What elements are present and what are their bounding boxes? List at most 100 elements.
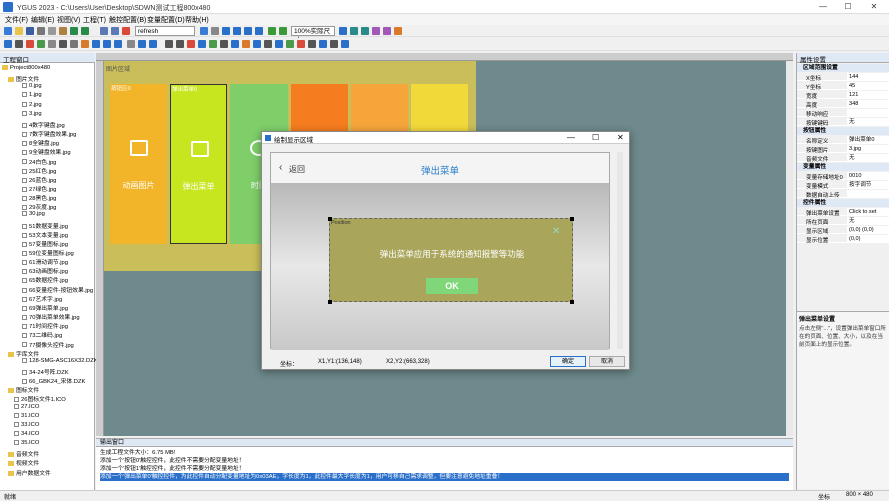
curve-icon[interactable] <box>242 40 250 48</box>
brush-icon[interactable] <box>70 40 78 48</box>
tree-file-image[interactable]: 66变量控件-按钮效果.jpg <box>22 285 93 294</box>
pencil-icon[interactable] <box>48 40 56 48</box>
zoom-combo[interactable]: 100%实际尺寸 <box>291 26 335 44</box>
tree-file-icon[interactable]: 31.ICO <box>14 412 39 419</box>
download-icon[interactable] <box>111 27 119 35</box>
tree-file-icon[interactable]: 27.ICO <box>14 403 39 410</box>
bookmark-icon[interactable] <box>92 40 100 48</box>
property-value[interactable]: 无 <box>847 118 889 126</box>
property-row[interactable]: 显示区域 (0,0) (0,0) <box>797 226 889 235</box>
tree-file-image[interactable]: 2.jpg <box>22 101 42 108</box>
property-section-header[interactable]: 控件属性 <box>797 199 889 207</box>
icon-tool-icon[interactable] <box>330 40 338 48</box>
popup-icon[interactable] <box>253 40 261 48</box>
tree-root[interactable]: Project800x480 <box>2 65 50 71</box>
align-icon[interactable] <box>222 27 230 35</box>
property-row[interactable]: 按键图片 3.jpg <box>797 145 889 154</box>
property-section-header[interactable]: 按钮属性 <box>797 127 889 135</box>
tree-file-image[interactable]: 65数据控件.jpg <box>22 275 68 284</box>
paste-icon[interactable] <box>59 27 67 35</box>
property-value[interactable]: 144 <box>847 73 889 81</box>
property-value[interactable] <box>847 109 889 117</box>
property-value[interactable]: 无 <box>847 217 889 225</box>
property-row[interactable]: 变量存储地址0 0010 <box>797 172 889 181</box>
number-icon[interactable] <box>165 40 173 48</box>
new-icon[interactable] <box>4 27 12 35</box>
property-value[interactable] <box>847 190 889 198</box>
select-icon[interactable] <box>4 40 12 48</box>
cancel-button[interactable]: 取消 <box>589 356 625 367</box>
redo-icon[interactable] <box>81 27 89 35</box>
tree-file-image[interactable]: 28黑色.jpg <box>22 193 56 202</box>
menu-edit[interactable]: 编辑(E) <box>31 15 54 25</box>
zoom-out-icon[interactable] <box>279 27 287 35</box>
property-row[interactable]: 显示位置 (0,0) <box>797 235 889 244</box>
property-row[interactable]: 按键键码 无 <box>797 118 889 127</box>
tree-folder-images[interactable]: 图片文件 <box>8 74 39 83</box>
minimize-button[interactable]: — <box>813 1 833 13</box>
tree-file-image[interactable]: 0.jpg <box>22 83 42 89</box>
shape-icon[interactable] <box>26 40 34 48</box>
dialog-minimize-button[interactable]: — <box>567 133 575 142</box>
refresh-combo[interactable]: refresh <box>135 26 195 36</box>
build-icon[interactable] <box>100 27 108 35</box>
property-row[interactable]: 名称定义 弹出菜单0 <box>797 136 889 145</box>
qrcode-icon[interactable] <box>198 40 206 48</box>
tree-file-image[interactable]: 8全键盘.jpg <box>22 138 59 147</box>
tag-icon[interactable] <box>81 40 89 48</box>
tree-file-image[interactable]: 57变量图标.jpg <box>22 239 68 248</box>
property-value[interactable]: Click to set <box>847 208 889 216</box>
keyboard-icon[interactable] <box>103 40 111 48</box>
dialog-scrollbar[interactable] <box>617 152 623 349</box>
dialog-maximize-button[interactable]: ☐ <box>592 133 599 142</box>
language-icon[interactable] <box>114 40 122 48</box>
play-icon[interactable] <box>200 27 208 35</box>
grid-icon[interactable] <box>211 27 219 35</box>
menu-project[interactable]: 工程(T) <box>83 15 106 25</box>
tree-file-image[interactable]: 63动画图标.jpg <box>22 266 68 275</box>
tree-file-image[interactable]: 3.jpg <box>22 110 42 117</box>
property-value[interactable]: 0010 <box>847 172 889 180</box>
property-value[interactable]: (0,0) <box>847 235 889 243</box>
menu-touch-config[interactable]: 触控配置(B) <box>109 15 146 25</box>
text-tool-icon[interactable] <box>59 40 67 48</box>
resize-handle[interactable] <box>570 217 574 221</box>
canvas-control-tile[interactable]: 按钮区0 动画图片 <box>110 84 167 244</box>
chart-icon[interactable] <box>149 40 157 48</box>
table-icon[interactable] <box>308 40 316 48</box>
music-icon[interactable] <box>220 40 228 48</box>
property-row[interactable]: Y坐标 45 <box>797 82 889 91</box>
popup-ok-button[interactable]: OK <box>426 278 478 294</box>
tree-file-image[interactable]: 69弹出菜单.jpg <box>22 303 68 312</box>
property-row[interactable]: X坐标 144 <box>797 73 889 82</box>
tree-file-icon[interactable]: 33.ICO <box>14 421 39 428</box>
property-value[interactable]: 3.jpg <box>847 145 889 153</box>
maximize-button[interactable]: ☐ <box>838 1 858 13</box>
fit-icon[interactable] <box>339 27 347 35</box>
tree-file-image[interactable]: 24白色.jpg <box>22 157 56 166</box>
tree-file-icon[interactable]: 34.ICO <box>14 431 39 437</box>
image-tool-icon[interactable] <box>37 40 45 48</box>
property-row[interactable]: 宽度 121 <box>797 91 889 100</box>
property-section-header[interactable]: 变量属性 <box>797 163 889 171</box>
variable-icon[interactable] <box>176 40 184 48</box>
resize-handle[interactable] <box>570 300 574 304</box>
property-row[interactable]: 变量模式 按字调节 <box>797 181 889 190</box>
etc-icon[interactable] <box>138 40 146 48</box>
menu-view[interactable]: 视图(V) <box>57 15 80 25</box>
canvas-vertical-scrollbar[interactable] <box>786 61 793 436</box>
tree-file-image[interactable]: 4数字键盘.jpg <box>22 120 65 129</box>
tree-file-image[interactable]: 51数据变量.jpg <box>22 221 68 230</box>
property-row[interactable]: 所在页面 无 <box>797 217 889 226</box>
animation-icon[interactable] <box>341 40 349 48</box>
property-value[interactable]: 弹出菜单0 <box>847 136 889 144</box>
copy-icon[interactable] <box>48 27 56 35</box>
tree-file-image[interactable]: 61滑动调节.jpg <box>22 257 68 266</box>
menu-help[interactable]: 帮助(H) <box>185 15 209 25</box>
pointer-icon[interactable] <box>15 40 23 48</box>
list-icon[interactable] <box>264 40 272 48</box>
tree-file-font[interactable]: 66_GBK24_宋体.DZK <box>22 376 85 385</box>
tree-file-image[interactable]: 53文本变量.jpg <box>22 230 68 239</box>
save-icon[interactable] <box>26 27 34 35</box>
tree-file-icon[interactable]: 35.ICO <box>14 440 39 446</box>
